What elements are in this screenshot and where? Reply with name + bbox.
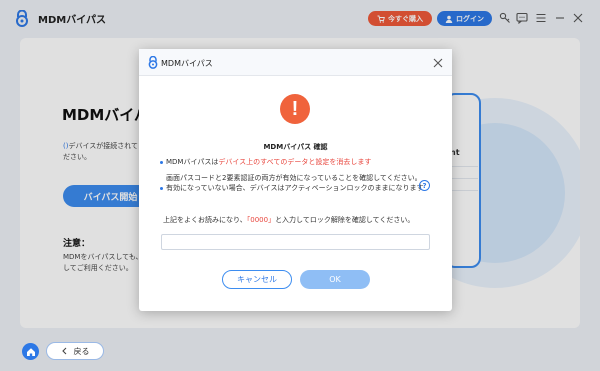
home-icon — [26, 347, 35, 356]
confirm-code-input[interactable] — [161, 234, 430, 250]
warning-icon: ! — [280, 94, 310, 124]
home-button[interactable] — [22, 343, 39, 360]
warning-item-3: 有効になっていない場合、デバイスはアクティベーションロックのままになります — [166, 184, 424, 192]
instruction-suffix: と入力してロック解除を確認してください。 — [275, 216, 415, 224]
close-icon[interactable] — [433, 58, 443, 68]
dialog-header: MDMバイパス — [139, 49, 452, 76]
instruction-prefix: 上記をよくお読みになり、 — [163, 216, 247, 224]
bullet — [160, 161, 163, 164]
help-icon[interactable]: ? — [419, 180, 430, 191]
warning-item-1-highlight: デバイス上のすべてのデータと設定を消去します — [218, 158, 372, 166]
bullet — [160, 187, 163, 190]
warning-item-1-prefix: MDMバイパスは — [166, 158, 219, 166]
instruction-text: 上記をよくお読みになり、「0000」と入力してロック解除を確認してください。 — [163, 215, 414, 225]
confirm-dialog: MDMバイパス ! MDMバイパス 確認 MDMバイパスはデバイス上のすべてのデ… — [139, 49, 452, 311]
ok-button[interactable]: OK — [300, 270, 370, 289]
dialog-title: MDMバイパス — [161, 59, 213, 68]
instruction-code: 「0000」 — [246, 216, 276, 224]
lock-logo-icon — [148, 56, 158, 69]
back-label: 戻る — [73, 346, 90, 356]
back-arrow-icon — [61, 347, 66, 355]
back-button[interactable]: 戻る — [46, 342, 104, 360]
warning-item-2: 画面パスコードと2要素認証の両方が有効になっていることを確認してください。 — [166, 174, 422, 182]
warning-item-1: MDMバイパスはデバイス上のすべてのデータと設定を消去します — [166, 157, 371, 167]
confirm-title: MDMバイパス 確認 — [263, 143, 328, 151]
cancel-button[interactable]: キャンセル — [222, 270, 292, 289]
